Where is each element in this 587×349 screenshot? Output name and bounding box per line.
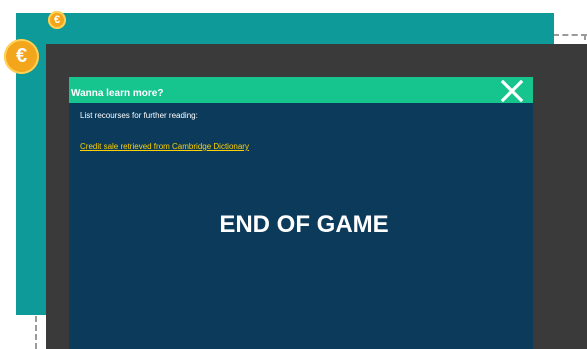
coin-large-symbol: € <box>15 45 28 67</box>
coin-small-symbol: € <box>53 14 61 26</box>
further-reading-label: List recourses for further reading: <box>80 111 198 120</box>
close-icon <box>500 79 524 103</box>
coin-icon-large: € <box>4 39 39 74</box>
dashed-guide-top <box>553 34 587 36</box>
cambridge-dictionary-link[interactable]: Credit sale retrieved from Cambridge Dic… <box>80 142 249 151</box>
dashed-guide-left <box>35 316 37 349</box>
modal-header: Wanna learn more? <box>69 77 533 103</box>
end-of-game-heading: END OF GAME <box>219 211 389 238</box>
close-button[interactable] <box>499 79 525 103</box>
coin-icon: € <box>48 11 66 29</box>
learn-more-modal: Wanna learn more? List recourses for fur… <box>69 77 533 349</box>
modal-title: Wanna learn more? <box>71 88 164 99</box>
